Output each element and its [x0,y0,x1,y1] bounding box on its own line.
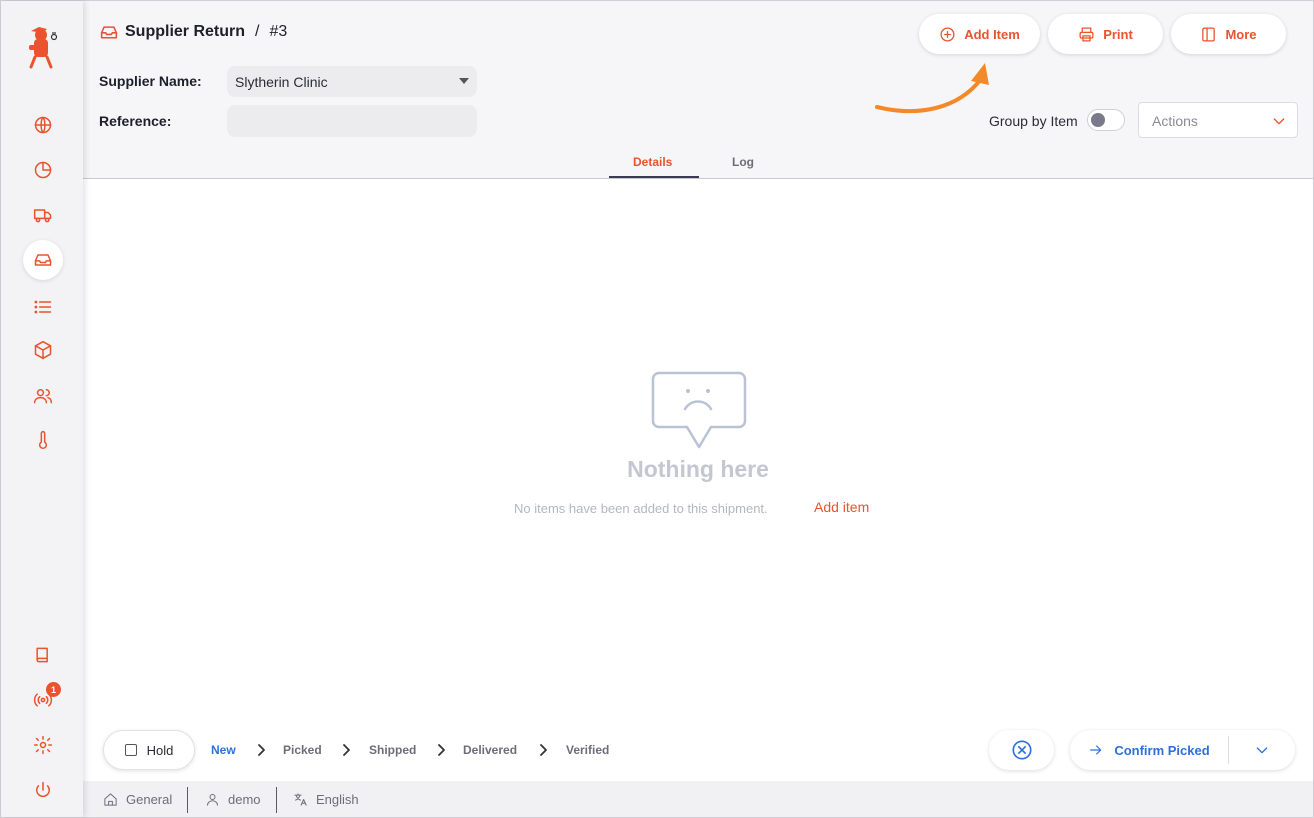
inbox-icon [100,26,118,39]
tab-log[interactable]: Log [732,155,754,169]
reference-input[interactable] [227,105,477,137]
store-name: General [126,792,173,807]
sidebar-panel-icon [1202,26,1216,42]
hold-label: Hold [146,742,174,758]
empty-state-title: Nothing here [627,456,769,482]
user-indicator[interactable]: demo [205,792,261,807]
print-button[interactable]: Print [1048,14,1163,54]
caret-down-icon [459,78,469,84]
sidebar-item-replenishment[interactable] [23,240,63,280]
toggle-knob [1091,113,1105,127]
more-label: More [1225,26,1257,42]
sidebar-item-settings[interactable] [23,725,63,765]
truck-icon [33,209,52,223]
add-item-link[interactable]: Add item [814,499,869,515]
power-icon [36,781,50,798]
sidebar: 1 [1,1,83,817]
language-name: English [316,792,359,807]
sidebar-item-logout[interactable] [23,770,63,810]
active-tab-indicator [609,176,699,178]
add-item-label: Add Item [964,26,1020,42]
list-icon [34,300,52,314]
notification-badge: 1 [46,682,61,697]
group-by-item-label: Group by Item [989,113,1078,129]
sidebar-item-reports[interactable] [23,150,63,190]
chevron-right-icon [256,743,266,757]
globe-icon [34,116,52,134]
status-step-shipped: Shipped [369,743,417,757]
add-item-button[interactable]: Add Item [919,14,1040,54]
sad-speech-bubble-icon [651,371,747,449]
chevron-right-icon [341,743,351,757]
status-step-picked: Picked [283,743,322,757]
confirm-options-dropdown[interactable] [1229,730,1295,770]
hold-checkbox[interactable] [124,744,137,756]
actions-dropdown[interactable]: Actions [1138,102,1298,138]
sidebar-item-inventory[interactable] [23,330,63,370]
store-indicator[interactable]: General [103,792,172,807]
empty-state-message: No items have been added to this shipmen… [514,501,768,516]
book-icon [36,647,48,663]
close-circle-icon [1011,740,1032,760]
home-icon [104,793,117,806]
status-step-verified: Verified [566,743,610,757]
reference-label: Reference: [99,113,172,129]
user-icon [207,794,218,806]
group-by-item-toggle[interactable] [1087,109,1125,131]
status-divider [276,787,277,813]
users-icon [33,389,53,404]
page-title-text: Supplier Return [125,23,246,40]
hold-checkbox-button[interactable]: Hold [103,730,195,770]
status-bar: General demo English [83,781,1313,817]
confirm-picked-label: Confirm Picked [1114,742,1210,758]
confirm-split-button: Confirm Picked [1070,730,1295,770]
language-indicator[interactable]: English [293,792,359,807]
tab-details[interactable]: Details [633,155,672,169]
mascot-logo[interactable] [25,23,61,69]
chevron-down-icon [1256,747,1268,754]
sidebar-item-distribution[interactable] [23,195,63,235]
app-header: Supplier Return / #3 Supplier Name: Slyt… [83,1,1313,179]
page-title: Supplier Return / #3 [99,23,287,41]
translate-icon [294,793,307,806]
arrow-right-icon [1090,745,1102,755]
plus-circle-icon [940,26,955,42]
chevron-right-icon [538,743,548,757]
sidebar-item-patients[interactable] [23,376,63,416]
supplier-select[interactable]: Slytherin Clinic [227,66,477,97]
actions-placeholder: Actions [1152,113,1198,129]
annotation-arrow [875,63,989,114]
sidebar-item-coldchain[interactable] [23,420,63,460]
print-label: Print [1103,26,1133,42]
sidebar-item-help[interactable] [23,635,63,675]
chevron-down-icon [1273,118,1285,125]
more-button[interactable]: More [1171,14,1286,54]
status-step-delivered: Delivered [463,743,518,757]
confirm-picked-button[interactable]: Confirm Picked [1070,730,1228,770]
title-separator: / [255,23,260,40]
supplier-label: Supplier Name: [99,73,202,89]
pie-chart-icon [34,161,52,179]
box-icon [34,340,52,360]
cancel-button[interactable] [989,730,1054,770]
printer-icon [1079,26,1094,42]
supplier-select-value: Slytherin Clinic [235,74,328,90]
sidebar-item-dashboard[interactable] [23,105,63,145]
document-number: #3 [269,23,288,40]
user-name: demo [228,792,261,807]
status-divider [187,787,188,813]
inbox-icon [34,254,52,266]
gear-icon [33,735,53,755]
sidebar-item-sync[interactable]: 1 [23,680,63,720]
thermometer-icon [38,430,48,450]
chevron-right-icon [436,743,446,757]
status-step-new: New [211,743,236,757]
sidebar-item-catalogue[interactable] [23,287,63,327]
